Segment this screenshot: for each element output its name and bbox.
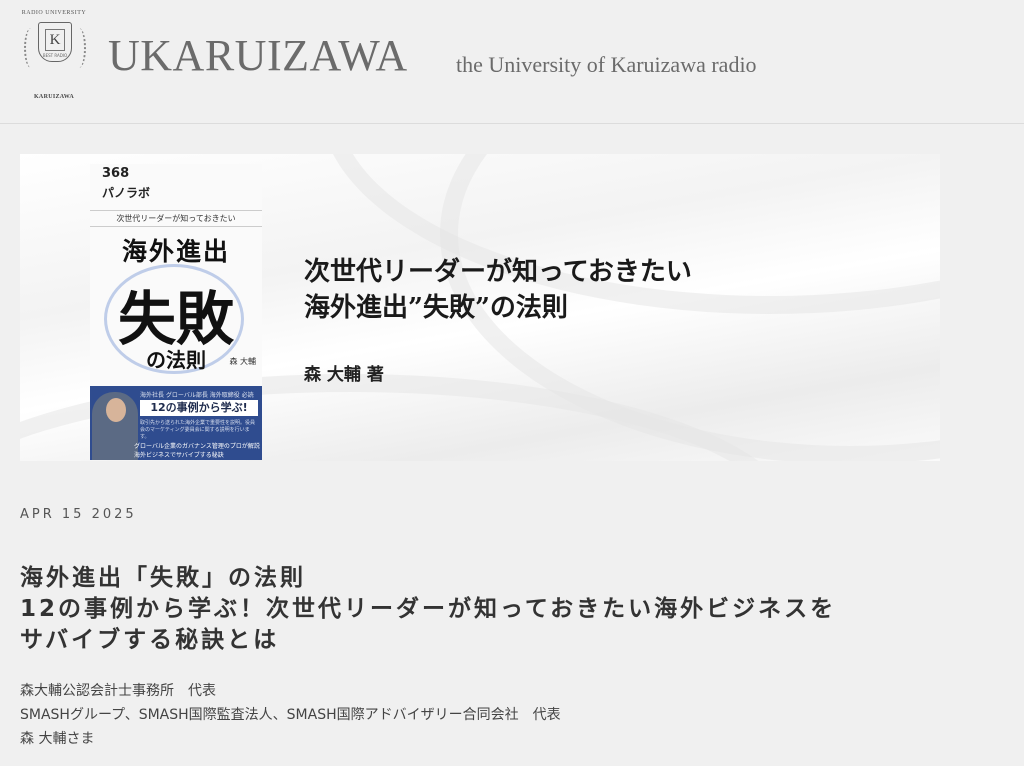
post-title: 海外進出「失敗」の法則 12の事例から学ぶ！次世代リーダーが知っておきたい海外ビ…	[20, 563, 1000, 656]
author-photo	[92, 392, 138, 460]
book-band-headline: 12の事例から学ぶ!	[140, 400, 258, 416]
post-title-line: 海外進出「失敗」の法則	[20, 565, 306, 591]
site-brand-link[interactable]: UKARUIZAWA	[108, 30, 408, 81]
guest-info-line: 森大輔公認会計士事務所 代表	[20, 683, 216, 699]
post-title-line: 12の事例から学ぶ！次世代リーダーが知っておきたい海外ビジネスを	[20, 596, 837, 622]
crest-bottom-text: KARUIZAWA	[33, 94, 75, 100]
university-crest-logo[interactable]: RADIO UNIVERSITY K BEST RADIO KARUIZAWA	[18, 10, 90, 100]
crest-sub-text: BEST RADIO	[42, 53, 68, 58]
book-subtitle: 次世代リーダーが知っておきたい	[90, 210, 262, 227]
publisher-name: パノラボ	[102, 186, 151, 200]
crest-top-text: RADIO UNIVERSITY	[21, 10, 87, 16]
book-band-text: 取引先から送られた海外企業で重要性を説明。役員会のマーケティング委員会に関する説…	[140, 420, 256, 440]
hero-title: 次世代リーダーが知っておきたい 海外進出”失敗”の法則	[304, 254, 692, 326]
hero-author: 森 大輔 著	[304, 365, 384, 385]
book-title-line1: 海外進出	[121, 237, 230, 266]
guest-info-line: 森 大輔さま	[20, 731, 95, 747]
book-band-footer-line: グローバル企業のガバナンス管理のプロが解説	[134, 443, 260, 450]
book-band: 海外社長 グローバル部長 海外取締役 必読 12の事例から学ぶ! 取引先から送ら…	[90, 386, 262, 460]
post-date: APR 15 2025	[20, 507, 137, 522]
hero-banner-image: 368 パノラボ 次世代リーダーが知っておきたい 海外進出 失敗 の法則 森 大…	[20, 154, 940, 461]
book-band-footer-line: 海外ビジネスでサバイブする秘訣	[134, 452, 224, 459]
site-header: RADIO UNIVERSITY K BEST RADIO KARUIZAWA …	[0, 0, 1024, 124]
book-band-footer: グローバル企業のガバナンス管理のプロが解説 海外ビジネスでサバイブする秘訣	[134, 442, 262, 460]
hero-title-line: 次世代リーダーが知っておきたい	[304, 257, 692, 287]
book-author: 森 大輔	[229, 357, 256, 366]
crest-letter: K	[45, 29, 65, 51]
laurel-right-icon	[72, 28, 86, 68]
guest-info: 森大輔公認会計士事務所 代表 SMASHグループ、SMASH国際監査法人、SMA…	[20, 679, 561, 751]
publisher-logo: 368	[102, 166, 130, 181]
book-cover: 368 パノラボ 次世代リーダーが知っておきたい 海外進出 失敗 の法則 森 大…	[90, 164, 262, 460]
laurel-left-icon	[24, 28, 38, 68]
author-face	[106, 398, 126, 422]
hero-title-line: 海外進出”失敗”の法則	[304, 293, 568, 323]
post-title-line: サバイブする秘訣とは	[20, 627, 280, 653]
guest-info-line: SMASHグループ、SMASH国際監査法人、SMASH国際アドバイザリー合同会社…	[20, 707, 561, 723]
site-tagline: the University of Karuizawa radio	[456, 52, 757, 77]
book-band-line: 海外社長 グローバル部長 海外取締役 必読	[140, 392, 254, 399]
